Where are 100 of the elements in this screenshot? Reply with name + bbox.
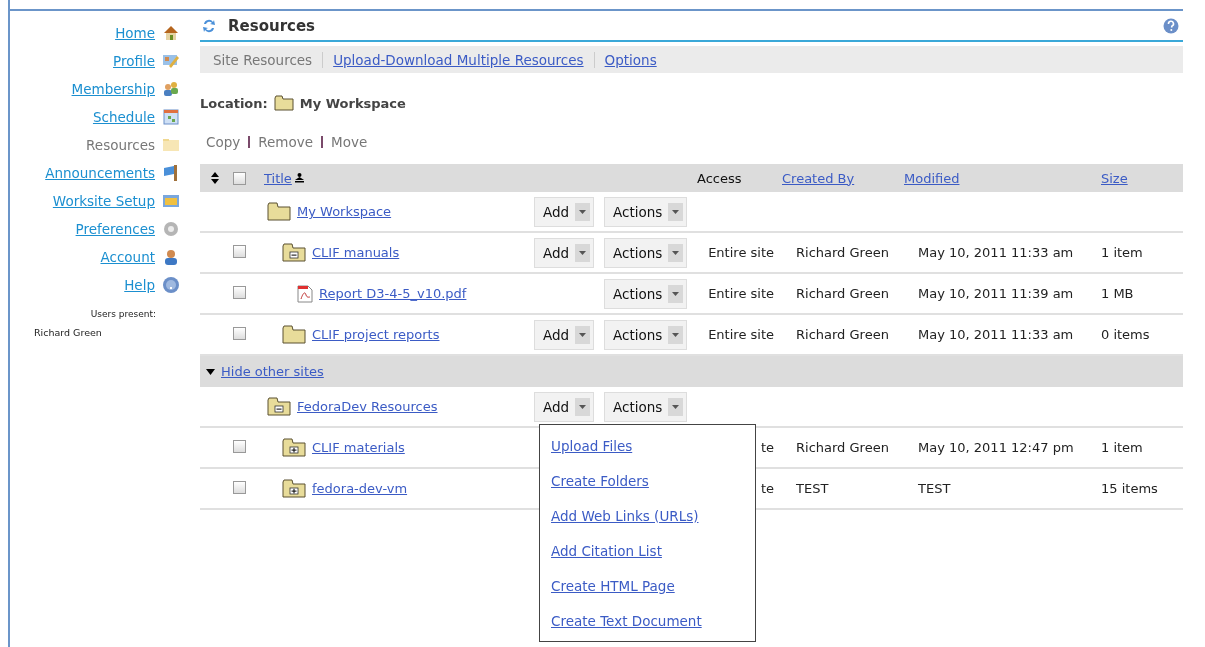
column-header[interactable]: Modified [904,170,960,186]
resource-link[interactable]: CLIF project reports [312,327,440,342]
actions-dropdown-button[interactable]: Actions [604,391,688,422]
caret-icon [672,332,680,337]
resource-link[interactable]: FedoraDev Resources [297,399,438,414]
nav-tab[interactable]: Site Resources [213,51,313,68]
created-by-cell: TEST [796,481,829,496]
size-cell: 0 items [1101,327,1150,342]
user-name: Richard Green [33,327,103,338]
action-link[interactable]: Copy [206,134,241,150]
action-link[interactable]: Remove [258,134,314,150]
access-cell: Entire site [708,245,774,260]
caret-icon [672,250,680,255]
size-cell: 15 items [1101,481,1158,496]
caret-icon [579,404,587,409]
folder-minus-icon [282,243,306,262]
menu-item[interactable]: Create HTML Page [551,576,675,596]
folder-icon [273,95,294,111]
access-cell: Entire site [708,286,774,301]
collapse-triangle-icon[interactable] [206,367,215,376]
nav-tab[interactable]: Options [604,51,657,68]
house-icon [162,24,180,42]
actions-dropdown-button[interactable]: Actions [604,237,688,268]
menu-item[interactable]: Create Text Document [551,611,702,631]
size-cell: 1 item [1101,245,1143,260]
add-dropdown-button[interactable]: Add [534,196,595,227]
flag-icon [162,164,180,182]
resource-link[interactable]: fedora-dev-vm [312,481,408,496]
sort-icon[interactable] [211,172,219,184]
modified-cell: May 10, 2011 12:47 pm [918,440,1074,455]
sidebar-link[interactable]: Help [124,277,155,293]
folder-icon [267,202,291,221]
caret-icon [579,209,587,214]
menu-item[interactable]: Add Citation List [551,541,662,561]
column-header[interactable]: Title [264,170,292,186]
row-checkbox[interactable] [233,480,246,494]
row-checkbox[interactable] [233,439,246,453]
sidebar-link[interactable]: Schedule [92,109,155,125]
users-present-label: Users present: [89,309,157,319]
folder-icon [282,325,306,344]
help-icon[interactable] [1163,18,1179,34]
access-cell: te [760,481,774,496]
folder-plus-icon [282,479,306,498]
modified-cell: May 10, 2011 11:33 am [918,327,1074,342]
people-icon [162,80,180,98]
calendar-icon [162,108,180,126]
help-icon [162,276,180,294]
person-icon [162,248,180,266]
refresh-icon[interactable] [202,18,216,34]
add-dropdown-button[interactable]: Add [534,237,595,268]
sidebar-link[interactable]: Home [115,25,155,41]
row-checkbox[interactable] [233,244,246,258]
page-title: Resources [228,17,316,35]
column-label: Access [697,170,742,186]
sidebar-link[interactable]: Worksite Setup [52,193,155,209]
caret-icon [672,404,680,409]
sidebar-link[interactable]: Preferences [75,221,155,237]
folder-minus-icon [267,397,291,416]
nav-tab[interactable]: Upload-Download Multiple Resources [333,51,584,68]
sort-ascending-icon[interactable] [294,173,304,183]
add-dropdown-button[interactable]: Add [534,391,595,422]
sidebar-link[interactable]: Resources [86,137,155,153]
menu-item[interactable]: Upload Files [551,436,633,456]
access-cell: te [760,440,774,455]
window-icon [162,192,180,210]
select-all-checkbox[interactable] [233,171,246,185]
column-header[interactable]: Created By [782,170,855,186]
menu-item[interactable]: Create Folders [551,471,649,491]
actions-dropdown-button[interactable]: Actions [604,278,688,309]
created-by-cell: Richard Green [796,440,889,455]
size-cell: 1 MB [1101,286,1134,301]
caret-icon [672,291,680,296]
row-checkbox[interactable] [233,285,246,299]
add-dropdown-button[interactable]: Add [534,319,595,350]
resource-link[interactable]: CLIF manuals [312,245,400,260]
resource-link[interactable]: Report D3-4-5_v10.pdf [319,286,467,301]
action-link[interactable]: Move [331,134,368,150]
location-value: My Workspace [299,95,406,111]
actions-dropdown-button[interactable]: Actions [604,196,688,227]
sidebar-link[interactable]: Announcements [45,165,155,181]
access-cell: Entire site [708,327,774,342]
sidebar-link[interactable]: Account [100,249,155,265]
actions-dropdown-button[interactable]: Actions [604,319,688,350]
folder-plus-icon [282,438,306,457]
menu-item[interactable]: Add Web Links (URLs) [551,506,699,526]
profile-card-icon [162,52,180,70]
sidebar-link[interactable]: Membership [71,81,155,97]
resource-link[interactable]: CLIF materials [312,440,405,455]
modified-cell: TEST [918,481,951,496]
pdf-file-icon [297,284,313,303]
created-by-cell: Richard Green [796,245,889,260]
modified-cell: May 10, 2011 11:33 am [918,245,1074,260]
hide-sites-link[interactable]: Hide other sites [221,364,324,379]
resource-link[interactable]: My Workspace [297,204,392,219]
row-checkbox[interactable] [233,326,246,340]
modified-cell: May 10, 2011 11:39 am [918,286,1074,301]
column-header[interactable]: Size [1101,170,1128,186]
caret-icon [579,250,587,255]
size-cell: 1 item [1101,440,1143,455]
sidebar-link[interactable]: Profile [113,53,155,69]
